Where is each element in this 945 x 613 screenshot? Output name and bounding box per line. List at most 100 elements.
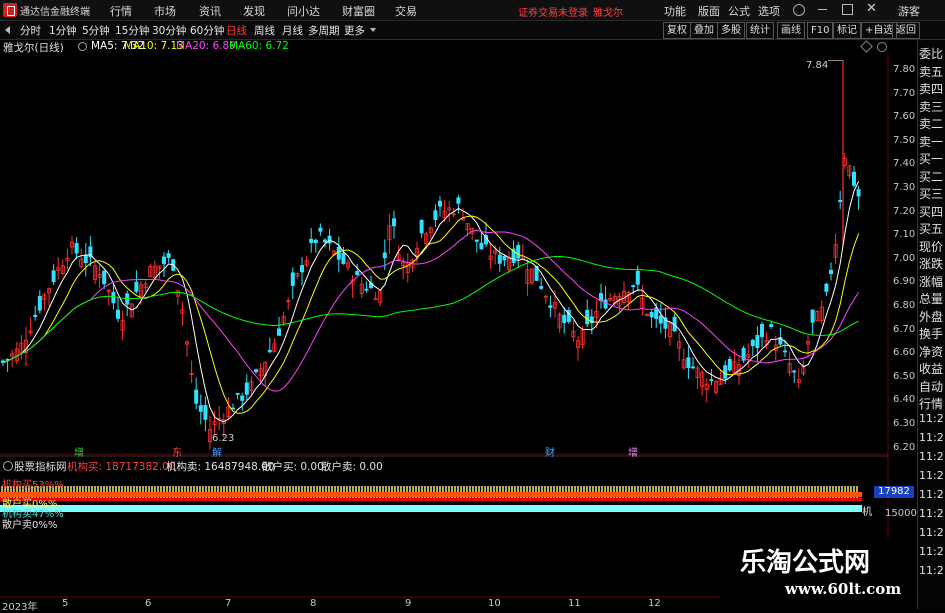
side-panel-item[interactable]: 外盘: [919, 308, 943, 325]
side-panel-item[interactable]: 卖五: [919, 63, 943, 80]
btn-mark[interactable]: 标记: [833, 22, 861, 39]
period-15min[interactable]: 15分钟: [115, 23, 149, 38]
indicator-axis-value2: 15000: [885, 508, 917, 519]
btn-statistics[interactable]: 统计: [746, 22, 774, 39]
kline-chart[interactable]: [0, 54, 917, 609]
side-panel-item[interactable]: 买二: [919, 168, 943, 185]
price-tick-label: 6.30: [893, 418, 916, 429]
price-tick-label: 7.60: [893, 111, 916, 123]
side-panel-item[interactable]: 买一: [919, 150, 943, 167]
side-panel-item[interactable]: 11:2: [919, 469, 944, 482]
side-panel-item[interactable]: 总量: [919, 290, 943, 307]
x-axis-label: 11: [568, 598, 581, 609]
side-panel-item[interactable]: 净资: [919, 343, 943, 360]
login-notice[interactable]: 证券交易未登录: [518, 4, 588, 19]
menu-wealth-circle[interactable]: 财富圈: [342, 3, 375, 19]
x-axis-label: 8: [310, 598, 317, 609]
side-panel-item[interactable]: 买五: [919, 220, 943, 237]
app-title: 通达信金融终端: [20, 7, 90, 18]
menu-layout[interactable]: 版面: [698, 3, 720, 19]
zoom-icon[interactable]: [877, 42, 887, 52]
menu-function[interactable]: 功能: [664, 3, 686, 19]
menu-formula[interactable]: 公式: [728, 3, 750, 19]
event-mark[interactable]: 增: [628, 444, 638, 459]
side-panel-item[interactable]: 11:2: [919, 431, 944, 444]
side-panel-item[interactable]: 涨幅: [919, 273, 943, 290]
period-1min[interactable]: 1分钟: [49, 23, 77, 38]
btn-adjust[interactable]: 复权: [663, 22, 691, 39]
legend-jgm: 机构买53%%: [2, 480, 64, 491]
arrow-left-icon[interactable]: [5, 26, 10, 34]
side-panel-item[interactable]: 买三: [919, 185, 943, 202]
guest-label[interactable]: 游客: [898, 3, 920, 19]
minimize-icon[interactable]: [818, 9, 827, 10]
price-tick-label: 6.80: [893, 300, 916, 311]
period-timeshare[interactable]: 分时: [20, 23, 41, 38]
high-annotation: 7.84: [806, 60, 829, 71]
shs-value: 散户卖: 0.00: [321, 461, 383, 473]
btn-draw-line[interactable]: 画线: [777, 22, 805, 39]
btn-overlay[interactable]: 叠加: [690, 22, 718, 39]
period-30min[interactable]: 30分钟: [152, 23, 186, 38]
side-panel-item[interactable]: 自动: [919, 378, 943, 395]
side-panel-item[interactable]: 11:2: [919, 507, 944, 520]
side-panel-item[interactable]: 换手: [919, 325, 943, 342]
side-panel-item[interactable]: 11:2: [919, 526, 944, 539]
maximize-icon[interactable]: [842, 4, 853, 15]
stock-tab[interactable]: 雅戈尔: [593, 4, 623, 19]
period-multi[interactable]: 多周期: [308, 23, 340, 38]
price-tick-label: 7.00: [893, 252, 916, 264]
btn-f10[interactable]: F10: [807, 22, 834, 39]
refresh-icon[interactable]: [793, 4, 805, 16]
indicator-tag: 机: [862, 507, 872, 518]
side-panel-item[interactable]: 收益: [919, 360, 943, 377]
side-panel-item[interactable]: 涨跌: [919, 255, 943, 272]
side-panel-item[interactable]: 卖二: [919, 115, 943, 132]
period-5min[interactable]: 5分钟: [82, 23, 110, 38]
jgm-value: 机构买: 18717382.00: [67, 461, 176, 473]
shm-value: 散户买: 0.00: [262, 461, 324, 473]
side-panel-item[interactable]: 卖一: [919, 133, 943, 150]
settings-icon[interactable]: [78, 42, 87, 51]
side-panel-item[interactable]: 11:2: [919, 488, 944, 501]
menu-quotes[interactable]: 行情: [110, 3, 132, 19]
period-monthly[interactable]: 月线: [282, 23, 303, 38]
menu-news[interactable]: 资讯: [199, 3, 221, 19]
event-mark[interactable]: 解: [212, 444, 222, 459]
chevron-down-icon[interactable]: [370, 28, 376, 32]
side-panel-item[interactable]: 11:2: [919, 450, 944, 463]
x-axis-label: 9: [405, 598, 412, 609]
menu-options[interactable]: 选项: [758, 3, 780, 19]
side-panel-item[interactable]: 买四: [919, 203, 943, 220]
btn-multi-stock[interactable]: 多股: [717, 22, 745, 39]
menu-market[interactable]: 市场: [154, 3, 176, 19]
menu-trade[interactable]: 交易: [395, 3, 417, 19]
close-icon[interactable]: ✕: [866, 1, 877, 16]
period-more[interactable]: 更多: [344, 23, 365, 38]
indicator-settings-icon[interactable]: [3, 461, 13, 471]
side-panel-item[interactable]: 行情: [919, 395, 943, 412]
btn-back[interactable]: 返回: [892, 22, 920, 39]
side-panel-item[interactable]: 11:2: [919, 545, 944, 558]
side-panel-item[interactable]: 卖三: [919, 98, 943, 115]
event-mark[interactable]: 财: [545, 444, 555, 459]
period-60min[interactable]: 60分钟: [190, 23, 224, 38]
x-axis-label: 2023年: [2, 602, 38, 613]
period-weekly[interactable]: 周线: [254, 23, 275, 38]
side-panel-item[interactable]: 现价: [919, 238, 943, 255]
period-daily[interactable]: 日线: [226, 23, 247, 38]
diamond-icon[interactable]: [860, 40, 873, 53]
event-mark[interactable]: 增: [74, 444, 84, 459]
menu-ask-xiaoda[interactable]: 问小达: [287, 3, 320, 19]
menu-discover[interactable]: 发现: [243, 3, 265, 19]
price-tick-label: 7.40: [893, 158, 916, 170]
legend-shs: 散户卖0%%: [2, 520, 58, 531]
side-panel-item[interactable]: 11:2: [919, 412, 944, 425]
x-axis-label: 12: [648, 598, 661, 609]
side-panel-item[interactable]: 11:2: [919, 564, 944, 577]
side-panel-item[interactable]: 卖四: [919, 80, 943, 97]
side-panel-item[interactable]: 委比: [919, 45, 943, 62]
event-mark[interactable]: 东: [172, 444, 182, 459]
price-tick-label: 7.20: [893, 205, 916, 217]
indicator-name[interactable]: 股票指标网: [14, 459, 67, 474]
